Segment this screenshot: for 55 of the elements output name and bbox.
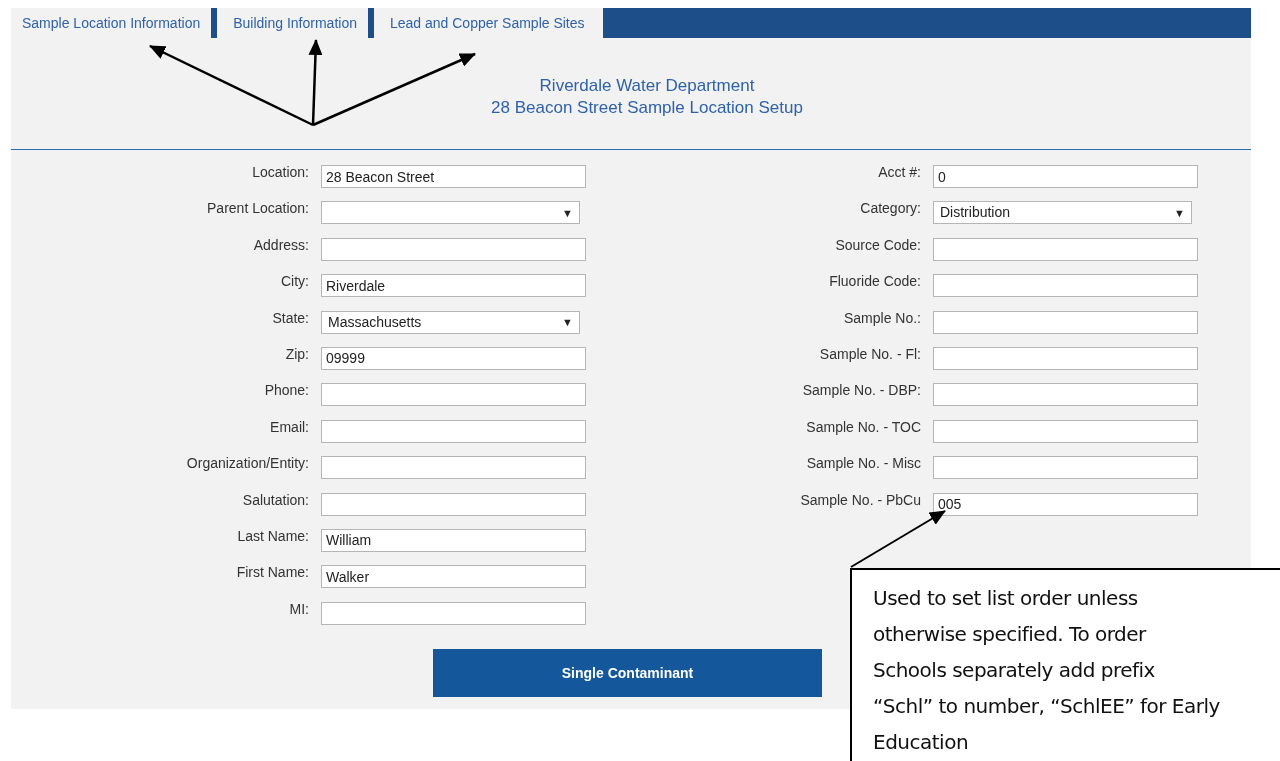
field-label: Category:	[859, 199, 921, 218]
input-field[interactable]: Riverdale	[321, 274, 586, 298]
field-label: Email:	[269, 417, 309, 436]
field-label: City:	[280, 272, 309, 291]
input-field[interactable]: 09999	[321, 346, 586, 370]
field-label: Phone:	[263, 381, 309, 400]
input-field[interactable]: 005	[933, 492, 1198, 516]
field-label: First Name:	[235, 563, 309, 582]
field-label: State:	[271, 308, 309, 327]
input-field[interactable]	[321, 383, 586, 407]
field-label: Salutation:	[241, 490, 309, 509]
dropdown-arrow-icon: ▼	[562, 313, 573, 331]
field-label: Zip:	[284, 344, 309, 363]
field-label: MI:	[288, 599, 309, 618]
input-field[interactable]	[933, 456, 1198, 480]
input-field[interactable]: Walker	[321, 565, 586, 589]
field-label: Organization/Entity:	[185, 454, 309, 473]
field-label: Sample No. - DBP:	[801, 381, 921, 400]
dropdown-arrow-icon: ▼	[562, 204, 573, 222]
input-field[interactable]	[933, 274, 1198, 298]
input-field[interactable]	[321, 237, 586, 261]
dropdown[interactable]: Distribution ▼	[933, 201, 1192, 225]
dropdown[interactable]: ▼	[321, 201, 580, 225]
input-field[interactable]	[321, 492, 586, 516]
callout-note: Used to set list order unless otherwise specified. To order Schools separately add prefix “Schl” to number, “SchlEE” for Early Education	[850, 568, 1280, 761]
field-label: Acct #:	[877, 163, 921, 181]
field-label: Source Code:	[834, 235, 921, 254]
input-field[interactable]	[321, 456, 586, 480]
input-field[interactable]	[933, 419, 1198, 443]
page-title: Riverdale Water Department	[538, 74, 755, 97]
input-field[interactable]	[933, 237, 1198, 261]
dropdown-value: Distribution	[940, 203, 1012, 223]
dropdown-arrow-icon: ▼	[1174, 204, 1185, 222]
input-field[interactable]	[933, 383, 1198, 407]
field-label: Sample No. - Misc	[805, 454, 921, 473]
input-field[interactable]	[321, 419, 586, 443]
input-field[interactable]: 28 Beacon Street	[321, 165, 586, 188]
field-label: Location:	[251, 163, 309, 181]
field-label: Parent Location:	[206, 199, 309, 218]
field-label: Sample No.:	[842, 308, 921, 327]
dropdown[interactable]: Massachusetts ▼	[321, 310, 580, 334]
input-field[interactable]	[321, 601, 586, 625]
page-subtitle: 28 Beacon Street Sample Location Setup	[490, 96, 803, 119]
field-label: Last Name:	[236, 526, 309, 545]
single-contaminant-button[interactable]: Single Contaminant	[433, 649, 822, 698]
field-label: Sample No. - TOC	[805, 417, 921, 436]
input-field[interactable]: William	[321, 528, 586, 552]
field-label: Address:	[252, 235, 309, 254]
field-label: Sample No. - PbCu	[799, 490, 921, 509]
field-label: Fluoride Code:	[828, 272, 921, 291]
input-field[interactable]	[933, 310, 1198, 334]
dropdown-value: Massachusetts	[328, 312, 423, 332]
input-field[interactable]: 0	[933, 165, 1198, 188]
field-label: Sample No. - Fl:	[818, 344, 921, 363]
input-field[interactable]	[933, 346, 1198, 370]
